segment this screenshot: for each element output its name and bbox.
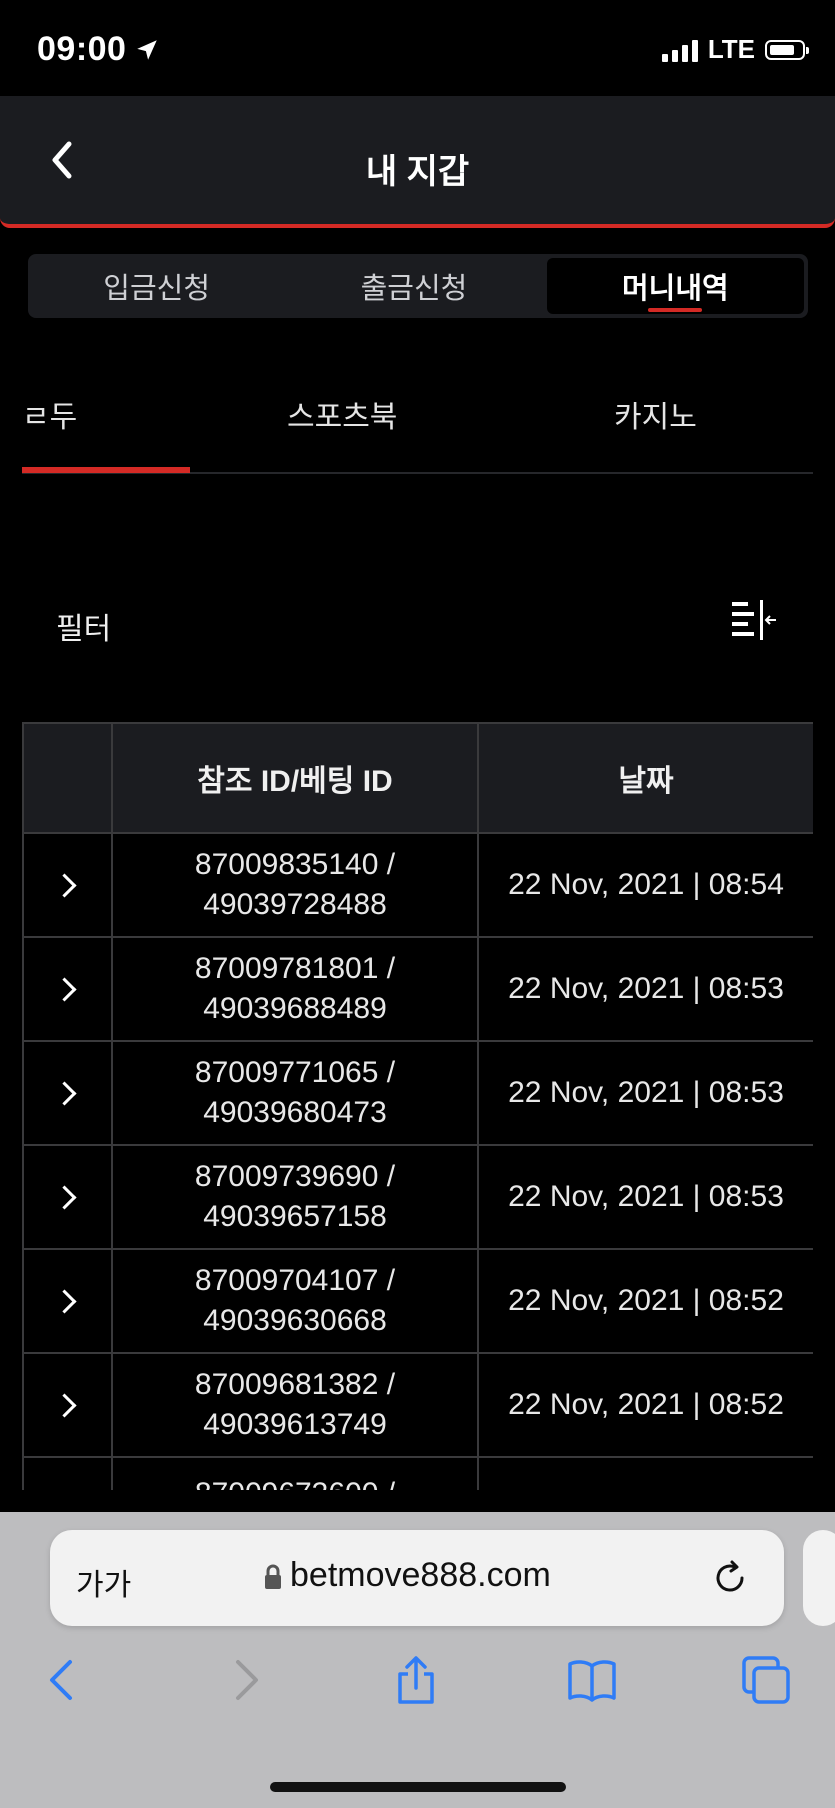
browser-forward-icon[interactable] [220,1656,268,1704]
table-row[interactable]: 87009673600 / [22,1456,813,1490]
table-row[interactable]: 87009781801 /49039688489 22 Nov, 2021 | … [22,936,813,1042]
row-date [477,1456,813,1490]
row-expand-button[interactable] [22,1144,113,1250]
subtab-active-indicator [22,467,190,473]
tab-deposit-request[interactable]: 입금신청 [28,254,285,318]
filter-align-icon [732,600,776,640]
row-ids: 87009771065 /49039680473 [111,1040,479,1146]
row-expand-button[interactable] [22,832,113,938]
status-indicators: LTE [661,34,809,65]
location-arrow-icon [137,39,158,60]
row-date: 22 Nov, 2021 | 08:54 [477,832,813,938]
browser-bottom-bar: 가가 betmove888.com [0,1512,835,1808]
row-expand-button[interactable] [22,1352,113,1458]
header-ref-id: 참조 ID/베팅 ID [111,722,479,834]
address-bar[interactable]: 가가 betmove888.com [50,1530,784,1626]
next-tab-preview[interactable] [803,1530,835,1626]
text-size-button[interactable]: 가가 [76,1560,131,1604]
subtab-sportsbook[interactable]: 스포츠북 [287,392,397,436]
chevron-right-icon [52,1393,77,1418]
wallet-tabs: 입금신청 출금신청 머니내역 [28,254,808,318]
row-ids: 87009739690 /49039657158 [111,1144,479,1250]
table-row[interactable]: 87009771065 /49039680473 22 Nov, 2021 | … [22,1040,813,1146]
row-expand-button[interactable] [22,936,113,1042]
chevron-right-icon [52,1185,77,1210]
tab-money-history[interactable]: 머니내역 [546,258,804,314]
lock-icon [265,1564,281,1589]
row-date: 22 Nov, 2021 | 08:52 [477,1352,813,1458]
row-ids: 87009681382 /49039613749 [111,1352,479,1458]
row-date: 22 Nov, 2021 | 08:53 [477,936,813,1042]
chevron-right-icon [52,977,77,1002]
tabs-icon[interactable] [742,1656,790,1704]
table-row[interactable]: 87009681382 /49039613749 22 Nov, 2021 | … [22,1352,813,1458]
chevron-right-icon [52,1289,77,1314]
status-time: 09:00 [37,30,160,69]
row-ids: 87009704107 /49039630668 [111,1248,479,1354]
row-expand-button[interactable] [22,1456,113,1490]
row-date: 22 Nov, 2021 | 08:52 [477,1248,813,1354]
row-expand-button[interactable] [22,1248,113,1354]
page-header: 내 지갑 [0,96,835,228]
table-row[interactable]: 87009739690 /49039657158 22 Nov, 2021 | … [22,1144,813,1250]
url-text[interactable]: betmove888.com [290,1556,551,1595]
page-title: 내 지갑 [365,153,470,191]
row-date: 22 Nov, 2021 | 08:53 [477,1040,813,1146]
row-date: 22 Nov, 2021 | 08:53 [477,1144,813,1250]
table-header-row: 참조 ID/베팅 ID 날짜 [22,722,813,834]
network-type: LTE [707,34,755,64]
tab-withdraw-request[interactable]: 출금신청 [285,254,542,318]
active-tab-underline [648,308,703,312]
cellular-signal-icon [661,38,698,62]
home-indicator [270,1782,566,1792]
header-expand [22,722,113,834]
share-icon[interactable] [392,1656,440,1704]
row-ids: 87009835140 /49039728488 [111,832,479,938]
chevron-right-icon [52,1081,77,1106]
header-date: 날짜 [477,722,813,834]
table-row[interactable]: 87009835140 /49039728488 22 Nov, 2021 | … [22,832,813,938]
filter-toggle-button[interactable] [730,600,778,640]
battery-icon [765,39,809,60]
subtab-all[interactable]: ㄹ두 [22,392,77,436]
chevron-right-icon [52,873,77,898]
bookmarks-icon[interactable] [568,1656,616,1704]
browser-back-icon[interactable] [40,1656,88,1704]
subtab-casino[interactable]: 카지노 [614,392,697,436]
reload-icon[interactable] [710,1558,750,1598]
table-row[interactable]: 87009704107 /49039630668 22 Nov, 2021 | … [22,1248,813,1354]
filter-label[interactable]: 필터 [56,604,111,648]
row-ids: 87009781801 /49039688489 [111,936,479,1042]
category-subtabs: ㄹ두 스포츠북 카지노 [22,388,813,474]
row-expand-button[interactable] [22,1040,113,1146]
row-ids: 87009673600 / [111,1456,479,1490]
transaction-table: 참조 ID/베팅 ID 날짜 87009835140 /49039728488 … [22,722,813,1490]
